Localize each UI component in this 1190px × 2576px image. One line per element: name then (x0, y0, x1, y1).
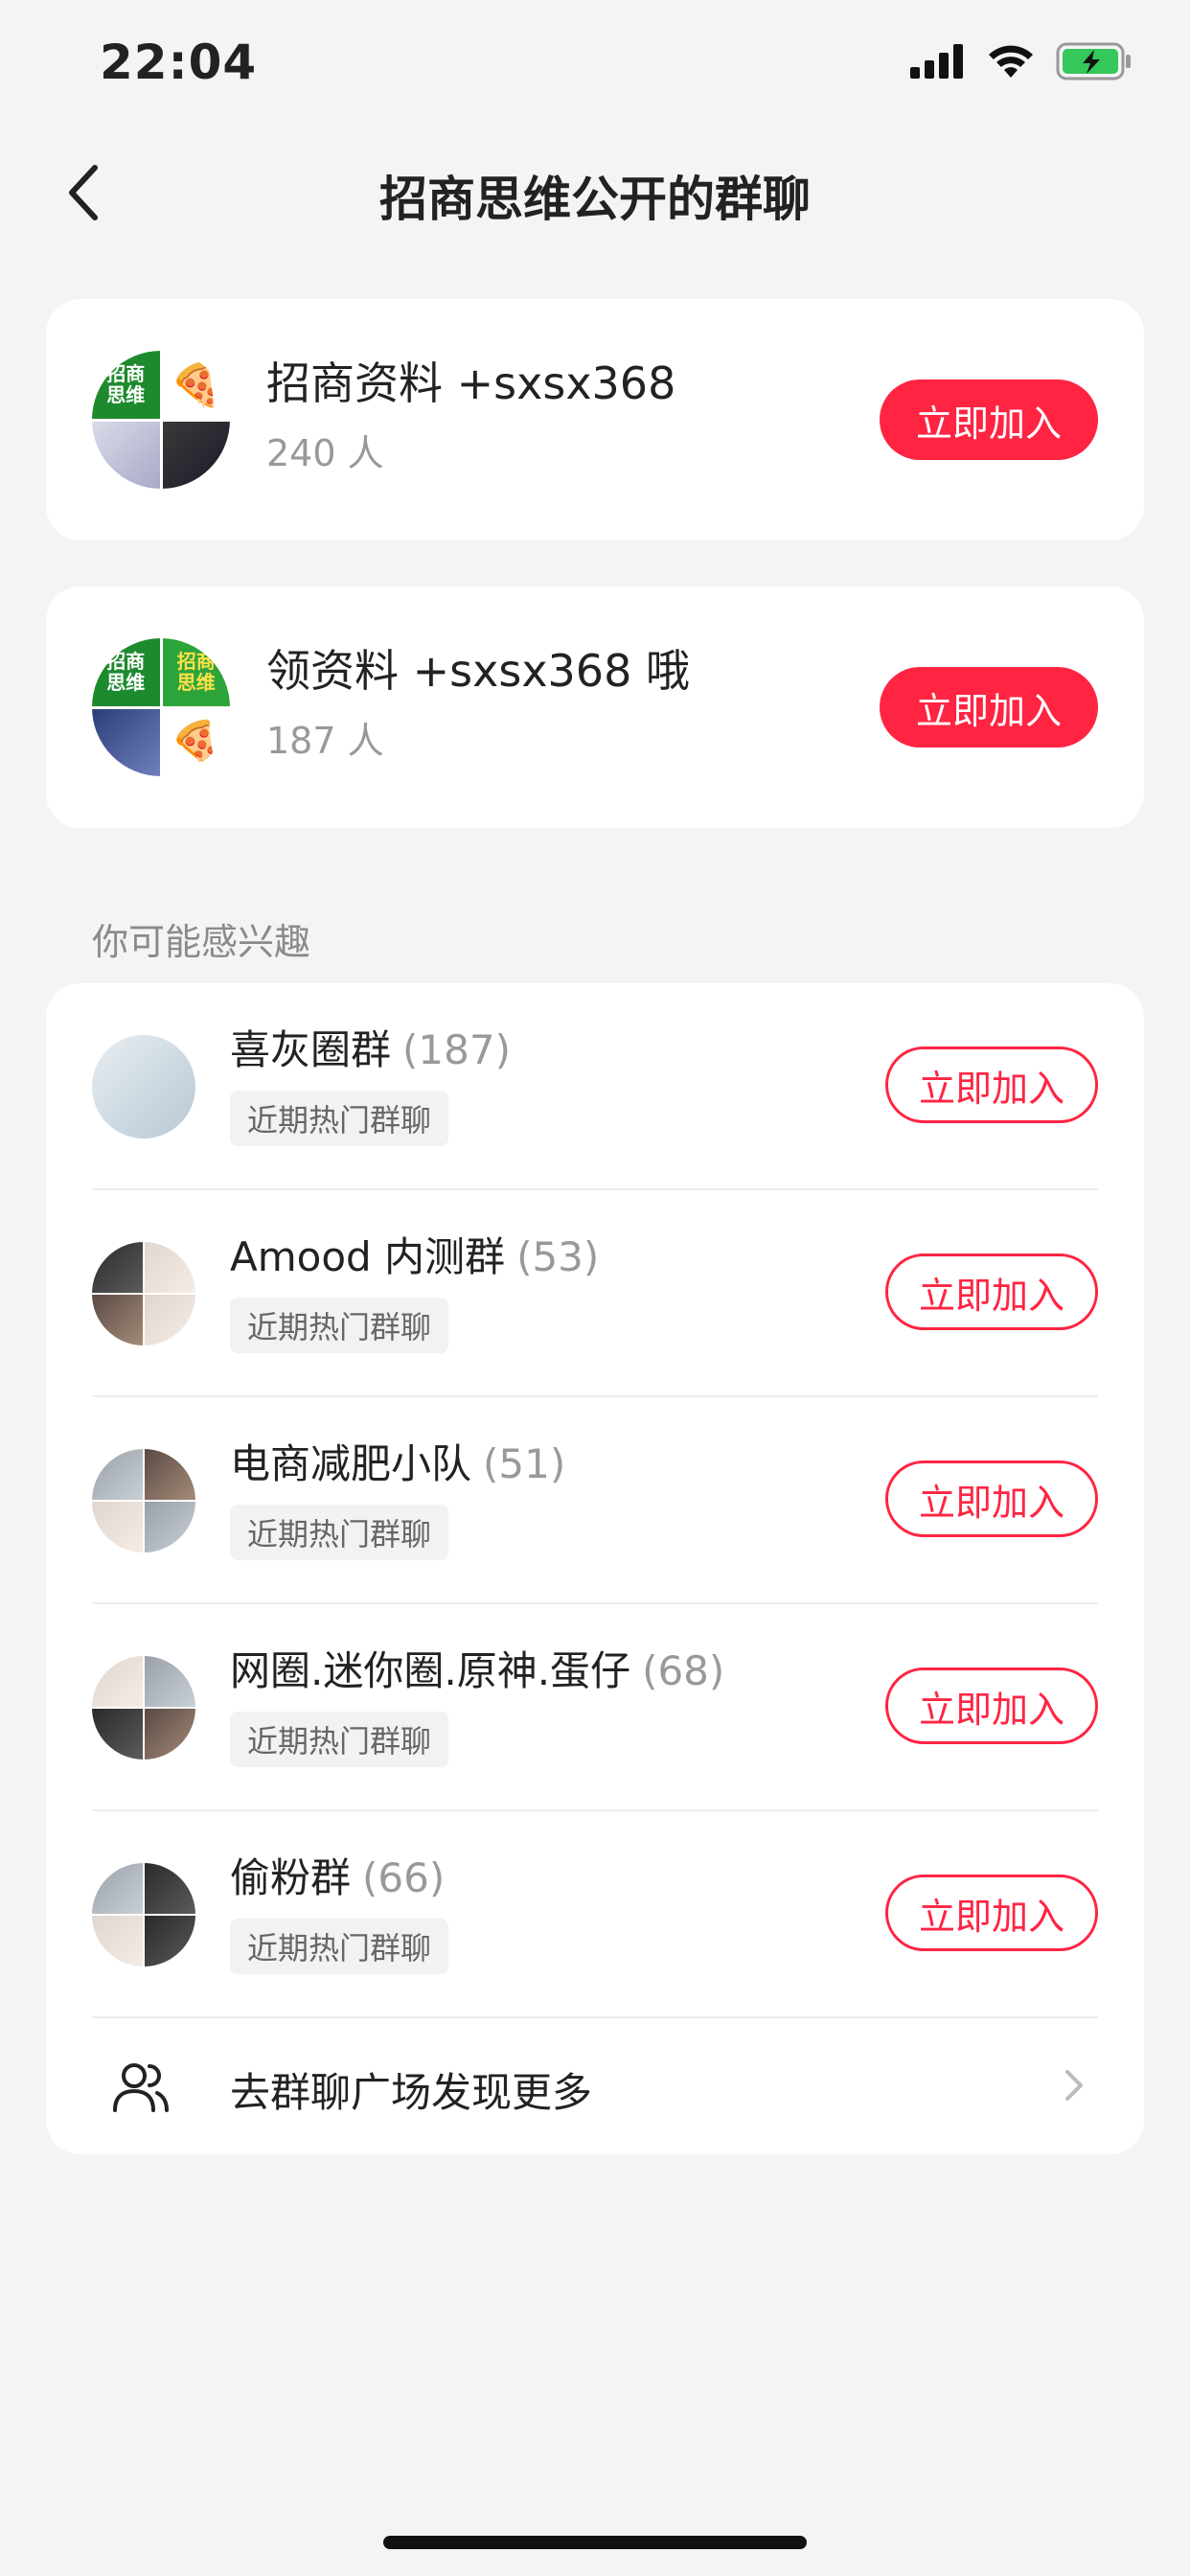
member-photo (92, 1863, 143, 1914)
wifi-icon (989, 45, 1033, 78)
join-button[interactable]: 立即加入 (880, 667, 1098, 748)
group-count: (51) (483, 1440, 566, 1487)
hot-tag: 近期热门群聊 (230, 1298, 449, 1353)
member-photo (145, 1656, 195, 1707)
join-button[interactable]: 立即加入 (885, 1460, 1098, 1537)
list-item[interactable]: 网圈.迷你圈.原神.蛋仔 (68) 近期热门群聊 立即加入 (46, 1604, 1144, 1811)
member-photo (145, 1242, 195, 1293)
status-bar: 22:04 (0, 0, 1190, 125)
member-photo (92, 1709, 143, 1760)
logo-text: 招商 思维 (106, 650, 146, 695)
group-count: (68) (642, 1647, 725, 1694)
home-indicator (383, 2536, 807, 2549)
group-name-text: 电商减肥小队 (230, 1440, 472, 1487)
group-avatar: 招商 思维 🍕 (92, 351, 230, 489)
status-icons (910, 42, 1133, 80)
join-button[interactable]: 立即加入 (880, 380, 1098, 460)
logo-text: 招商 思维 (106, 362, 146, 407)
group-name: 喜灰圈群 (187) (230, 1018, 511, 1076)
group-name: Amood 内测群 (53) (230, 1225, 599, 1283)
logo-cell: 招商 思维 (162, 638, 230, 706)
member-photo (92, 1502, 143, 1552)
discover-more-row[interactable]: 去群聊广场发现更多 (46, 2018, 1144, 2154)
logo-cell: 招商 思维 (92, 351, 160, 419)
group-card[interactable]: 招商 思维 招商 思维 🍕 领资料 +sxsx368 哦 187 人 立即加入 (46, 586, 1144, 828)
member-photo (92, 1916, 143, 1966)
join-button[interactable]: 立即加入 (885, 1046, 1098, 1123)
group-member-count: 240 人 (266, 432, 384, 474)
pizza-icon: 🍕 (162, 351, 230, 419)
join-button[interactable]: 立即加入 (885, 1254, 1098, 1330)
member-photo (145, 1449, 195, 1500)
logo-text: 招商 思维 (176, 650, 216, 695)
discover-more-label: 去群聊广场发现更多 (230, 2069, 593, 2116)
pizza-icon: 🍕 (162, 708, 230, 776)
group-name-text: 网圈.迷你圈.原神.蛋仔 (230, 1647, 631, 1694)
member-photo (145, 1916, 195, 1966)
list-item[interactable]: 喜灰圈群 (187) 近期热门群聊 立即加入 (46, 983, 1144, 1190)
battery-charging-icon (1056, 42, 1131, 80)
group-name: 领资料 +sxsx368 哦 (266, 645, 690, 697)
member-photo (145, 1863, 195, 1914)
list-item[interactable]: 电商减肥小队 (51) 近期热门群聊 立即加入 (46, 1397, 1144, 1604)
section-title: 你可能感兴趣 (92, 921, 311, 963)
list-item[interactable]: 偷粉群 (66) 近期热门群聊 立即加入 (46, 1811, 1144, 2018)
page-title: 招商思维公开的群聊 (379, 172, 811, 227)
group-name: 招商资料 +sxsx368 (266, 357, 676, 409)
list-item[interactable]: Amood 内测群 (53) 近期热门群聊 立即加入 (46, 1190, 1144, 1397)
member-photo (92, 708, 160, 776)
member-photo (145, 1295, 195, 1346)
group-name-text: 喜灰圈群 (230, 1026, 392, 1073)
hot-tag: 近期热门群聊 (230, 1919, 449, 1974)
member-photo (92, 1242, 143, 1293)
hot-tag: 近期热门群聊 (230, 1091, 449, 1146)
group-avatar (92, 1449, 195, 1552)
group-avatar (92, 1242, 195, 1346)
member-photo (162, 421, 230, 489)
group-count: (187) (402, 1026, 511, 1073)
nav-bar: 招商思维公开的群聊 (0, 144, 1190, 240)
group-name: 网圈.迷你圈.原神.蛋仔 (68) (230, 1639, 724, 1697)
hot-tag: 近期热门群聊 (230, 1505, 449, 1560)
group-avatar (92, 1035, 195, 1138)
member-photo (145, 1502, 195, 1552)
people-icon (113, 2063, 169, 2112)
group-card[interactable]: 招商 思维 🍕 招商资料 +sxsx368 240 人 立即加入 (46, 299, 1144, 540)
group-name-text: 偷粉群 (230, 1854, 352, 1901)
group-name-text: Amood 内测群 (230, 1233, 506, 1280)
group-avatar (92, 1656, 195, 1760)
group-count: (53) (516, 1233, 600, 1280)
logo-cell: 招商 思维 (92, 638, 160, 706)
group-name: 电商减肥小队 (51) (230, 1432, 565, 1490)
hot-tag: 近期热门群聊 (230, 1712, 449, 1767)
group-count: (66) (362, 1854, 446, 1901)
group-avatar: 招商 思维 招商 思维 🍕 (92, 638, 230, 776)
group-name: 偷粉群 (66) (230, 1846, 445, 1904)
cellular-signal-icon (910, 44, 963, 79)
status-time: 22:04 (100, 34, 258, 90)
member-photo (92, 1656, 143, 1707)
group-member-count: 187 人 (266, 720, 384, 762)
chevron-right-icon (1065, 2070, 1083, 2101)
join-button[interactable]: 立即加入 (885, 1874, 1098, 1951)
member-photo (92, 1449, 143, 1500)
member-photo (92, 1295, 143, 1346)
group-avatar (92, 1863, 195, 1966)
member-photo (92, 421, 160, 489)
join-button[interactable]: 立即加入 (885, 1668, 1098, 1744)
member-photo (145, 1709, 195, 1760)
recommend-list: 喜灰圈群 (187) 近期热门群聊 立即加入 Amood 内测群 (53) 近期热门… (46, 983, 1144, 2154)
